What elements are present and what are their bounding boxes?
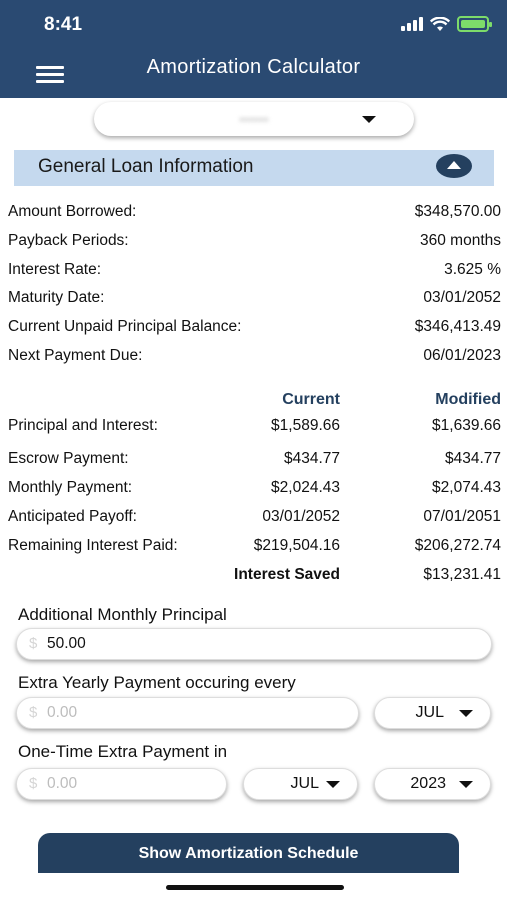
info-label: Amount Borrowed: — [8, 203, 137, 220]
compare-label: Remaining Interest Paid: — [8, 537, 178, 554]
collapse-icon[interactable] — [436, 154, 472, 178]
modified-value: $434.77 — [444, 450, 501, 467]
modified-value: $2,074.43 — [432, 479, 501, 496]
one-time-year-select[interactable]: 2023 — [374, 768, 491, 800]
info-label: Current Unpaid Principal Balance: — [8, 318, 242, 335]
compare-label: Monthly Payment: — [8, 479, 133, 496]
app-header: 8:41 Amortization Calculator — [0, 0, 507, 98]
info-value: 03/01/2052 — [423, 289, 501, 306]
chevron-down-icon — [362, 116, 376, 123]
wifi-icon — [430, 16, 450, 31]
additional-principal-input[interactable]: $ 50.00 — [16, 628, 492, 660]
chevron-down-icon — [459, 710, 473, 717]
additional-principal-value: 50.00 — [47, 635, 86, 652]
info-label: Maturity Date: — [8, 289, 105, 306]
one-time-label: One-Time Extra Payment in — [18, 742, 228, 761]
page-title: Amortization Calculator — [146, 56, 361, 78]
extra-yearly-placeholder: 0.00 — [47, 704, 78, 721]
current-value: 03/01/2052 — [262, 508, 340, 525]
modified-value: 07/01/2051 — [423, 508, 501, 525]
dollar-icon: $ — [29, 635, 38, 652]
one-time-amount-input[interactable]: $ 0.00 — [16, 768, 227, 800]
compare-label: Escrow Payment: — [8, 450, 129, 467]
status-icons — [401, 16, 492, 32]
home-indicator[interactable] — [166, 885, 344, 890]
interest-saved-value: $13,231.41 — [423, 566, 501, 583]
extra-yearly-month-select[interactable]: JUL — [374, 697, 491, 729]
info-value: 06/01/2023 — [423, 347, 501, 364]
status-time: 8:41 — [44, 14, 83, 35]
section-header-general-loan[interactable]: General Loan Information — [14, 150, 494, 186]
section-title: General Loan Information — [38, 156, 254, 177]
info-label: Next Payment Due: — [8, 347, 143, 364]
current-value: $1,589.66 — [271, 417, 340, 434]
info-value: $346,413.49 — [414, 318, 501, 335]
current-value: $219,504.16 — [253, 537, 340, 554]
schedule-button-label: Show Amortization Schedule — [138, 845, 359, 862]
cellular-signal-icon — [401, 17, 423, 31]
extra-yearly-input[interactable]: $ 0.00 — [16, 697, 359, 729]
extra-yearly-label: Extra Yearly Payment occuring every — [18, 673, 296, 692]
info-label: Payback Periods: — [8, 232, 129, 249]
one-time-year-value: 2023 — [410, 775, 446, 792]
dollar-icon: $ — [29, 704, 38, 721]
modified-value: $206,272.74 — [414, 537, 501, 554]
chevron-down-icon — [459, 781, 473, 788]
compare-label: Principal and Interest: — [8, 417, 158, 434]
battery-icon — [457, 16, 492, 32]
current-value: $2,024.43 — [271, 479, 340, 496]
compare-label: Anticipated Payoff: — [8, 508, 137, 525]
info-label: Interest Rate: — [8, 261, 102, 278]
info-value: 3.625 % — [444, 261, 501, 278]
modified-column-header: Modified — [435, 391, 501, 408]
extra-yearly-month-value: JUL — [415, 704, 444, 721]
one-time-placeholder: 0.00 — [47, 775, 78, 792]
interest-saved-label: Interest Saved — [234, 566, 340, 583]
one-time-month-select[interactable]: JUL — [243, 768, 358, 800]
chevron-down-icon — [326, 781, 340, 788]
additional-principal-label: Additional Monthly Principal — [18, 605, 227, 624]
modified-value: $1,639.66 — [432, 417, 501, 434]
show-amortization-schedule-button[interactable]: Show Amortization Schedule — [38, 833, 459, 873]
loan-selector[interactable]: •••••• — [94, 102, 414, 136]
current-value: $434.77 — [283, 450, 340, 467]
current-column-header: Current — [282, 391, 340, 408]
one-time-month-value: JUL — [290, 775, 319, 792]
info-value: 360 months — [420, 232, 501, 249]
info-value: $348,570.00 — [414, 203, 501, 220]
dollar-icon: $ — [29, 775, 38, 792]
